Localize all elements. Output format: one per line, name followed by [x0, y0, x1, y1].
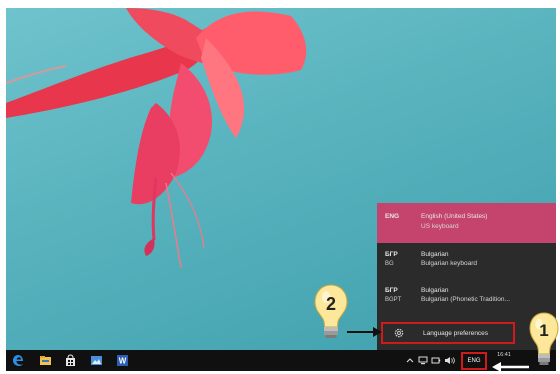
language-preferences-label: Language preferences: [423, 330, 489, 337]
store-icon[interactable]: [64, 354, 77, 367]
language-sub-code: BGPT: [385, 297, 402, 303]
language-sub-code: BG: [385, 261, 394, 267]
language-code: БГР: [385, 251, 398, 258]
language-item-english[interactable]: ENG English (United States) US keyboard: [377, 203, 556, 243]
language-code: БГР: [385, 287, 398, 294]
svg-text:W: W: [119, 357, 127, 366]
chevron-up-icon[interactable]: [406, 357, 414, 364]
arrow-left-icon: [492, 362, 529, 372]
arrow-right-icon: [347, 327, 382, 337]
photos-icon[interactable]: [90, 354, 103, 367]
language-item-bulgarian[interactable]: БГР BG Bulgarian Bulgarian keyboard: [377, 243, 556, 281]
callout-number: 1: [539, 321, 548, 340]
keyboard-name: US keyboard: [421, 223, 459, 230]
taskbar-clock[interactable]: 16:41: [493, 352, 515, 359]
gear-icon: [394, 328, 404, 338]
language-name: English (United States): [421, 213, 488, 220]
word-icon[interactable]: W: [116, 354, 129, 367]
edge-icon[interactable]: [12, 354, 25, 367]
language-code: ENG: [385, 213, 400, 220]
keyboard-name: Bulgarian keyboard: [421, 260, 478, 267]
language-preferences-link[interactable]: Language preferences: [381, 322, 515, 344]
input-language-indicator[interactable]: ENG: [461, 352, 487, 370]
volume-icon[interactable]: [444, 356, 456, 365]
callout-number: 2: [326, 294, 336, 314]
lightbulb-callout-icon: 2: [314, 284, 348, 338]
language-name: Bulgarian: [421, 287, 449, 294]
keyboard-name: Bulgarian (Phonetic Tradition...: [421, 296, 510, 303]
file-explorer-icon[interactable]: [39, 354, 52, 367]
language-name: Bulgarian: [421, 251, 449, 258]
lightbulb-callout-icon: 1: [529, 312, 559, 365]
battery-icon[interactable]: [431, 356, 441, 365]
input-language-label: ENG: [467, 358, 481, 364]
clock-time: 16:41: [497, 352, 511, 358]
network-icon[interactable]: [418, 356, 428, 365]
